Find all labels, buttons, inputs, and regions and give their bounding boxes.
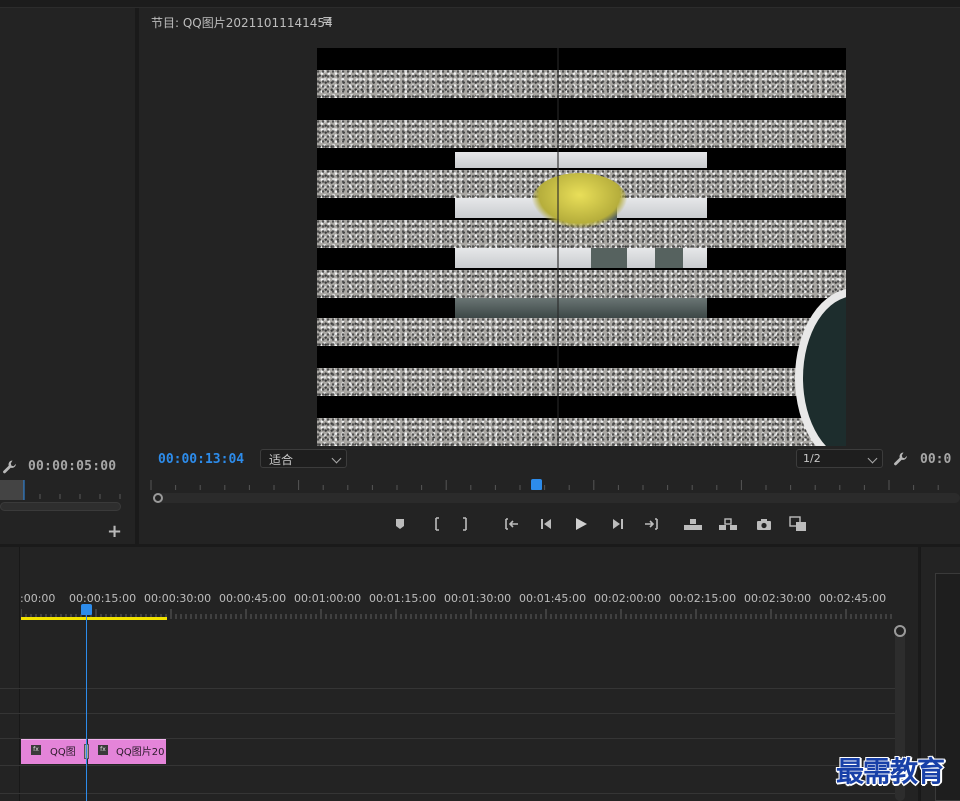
fx-badge-icon: fx [31, 745, 41, 755]
time-label: 00:01:45:00 [519, 592, 587, 605]
wrench-icon[interactable] [893, 451, 909, 467]
export-frame-button[interactable] [753, 514, 775, 534]
playback-resolution-dropdown[interactable]: 1/2 [796, 449, 883, 468]
clip-name: QQ图 [50, 747, 76, 758]
extract-icon [719, 518, 737, 530]
program-time-ruler[interactable] [149, 478, 960, 492]
mark-in-icon [435, 517, 439, 531]
fx-badge-icon: fx [98, 745, 108, 755]
compare-view-button[interactable] [787, 514, 809, 534]
add-marker-button[interactable] [389, 514, 411, 534]
playhead-timecode[interactable]: 00:00:13:04 [158, 452, 244, 467]
watermark: 最需教育 [836, 755, 945, 788]
work-area-bar[interactable] [21, 617, 167, 620]
track-divider [0, 713, 895, 714]
time-label: 00:01:15:00 [369, 592, 437, 605]
time-label: :00:00 [20, 592, 56, 605]
building [655, 248, 683, 268]
marker-icon [396, 519, 404, 529]
resolution-value: 1/2 [803, 452, 821, 465]
lift-button[interactable] [682, 514, 704, 534]
go-to-in-icon [505, 518, 518, 530]
step-forward-icon [613, 519, 623, 529]
play-icon [576, 518, 587, 530]
building-inset [455, 298, 707, 318]
go-to-out-button[interactable] [640, 514, 662, 534]
granite-stripe [317, 418, 846, 446]
go-to-in-button[interactable] [501, 514, 523, 534]
ring-object [795, 288, 846, 446]
program-video-frame[interactable] [317, 48, 846, 446]
time-label: 00:00:30:00 [144, 592, 212, 605]
time-label: 00:01:30:00 [444, 592, 512, 605]
chevron-down-icon [331, 453, 342, 464]
timeline-playhead[interactable] [81, 604, 92, 615]
scrollbar-handle[interactable] [894, 625, 906, 637]
track-divider [0, 793, 895, 794]
granite-stripe [317, 318, 846, 346]
mark-out-icon [463, 517, 467, 531]
duck-figure [532, 173, 627, 228]
track-headers [0, 547, 20, 801]
source-time-ruler[interactable] [0, 480, 135, 500]
program-monitor-title[interactable]: 节目: QQ图片20211011141454 [151, 14, 333, 31]
building [591, 248, 627, 268]
track-divider [0, 765, 895, 766]
program-monitor-panel: 节目: QQ图片20211011141454 ≡ 00:00:13:04 适合 … [139, 8, 960, 544]
granite-stripe [317, 70, 846, 98]
zoom-fit-value: 适合 [269, 453, 294, 467]
source-timecode[interactable]: 00:00:05:00 [28, 459, 116, 474]
play-button[interactable] [570, 514, 592, 534]
extract-button[interactable] [717, 514, 739, 534]
tile-seam [557, 48, 559, 446]
sky-inset [455, 152, 707, 168]
timeline-playhead-line[interactable] [86, 613, 87, 801]
chevron-down-icon [867, 453, 878, 464]
wrench-icon[interactable] [2, 459, 18, 475]
granite-stripe [317, 120, 846, 148]
time-label: 00:00:45:00 [219, 592, 287, 605]
video-clip[interactable]: fx QQ图片20 [88, 739, 166, 764]
track-divider [0, 688, 895, 689]
top-strip [0, 0, 960, 8]
granite-stripe [317, 368, 846, 396]
step-back-icon [541, 519, 551, 529]
camera-icon [757, 518, 771, 530]
transport-controls [389, 514, 819, 534]
go-to-out-icon [645, 518, 658, 530]
mark-in-button[interactable] [424, 514, 446, 534]
duration-timecode[interactable]: 00:0 [920, 452, 951, 467]
source-monitor-panel: 00:00:05:00 + [0, 8, 135, 544]
compare-icon [789, 516, 806, 531]
scrollbar-handle[interactable] [153, 493, 163, 503]
zoom-fit-dropdown[interactable]: 适合 [260, 449, 347, 468]
time-label: 00:02:15:00 [669, 592, 737, 605]
time-label: 00:02:30:00 [744, 592, 812, 605]
step-back-button[interactable] [536, 514, 558, 534]
add-button[interactable]: + [107, 521, 122, 542]
program-zoom-scrollbar[interactable] [153, 493, 960, 503]
source-zoom-scrollbar[interactable] [0, 502, 121, 511]
video-clip[interactable]: fx QQ图 [21, 739, 87, 764]
granite-stripe [317, 270, 846, 298]
time-label: 00:02:45:00 [819, 592, 887, 605]
lift-icon [684, 519, 702, 530]
clip-name: QQ图片20 [116, 747, 165, 758]
timeline-panel: :00:00 00:00:15:00 00:00:30:00 00:00:45:… [0, 547, 918, 801]
time-label: 00:02:00:00 [594, 592, 662, 605]
program-playhead[interactable] [531, 479, 542, 490]
mark-out-button[interactable] [456, 514, 478, 534]
time-label: 00:01:00:00 [294, 592, 362, 605]
time-label: 00:00:15:00 [69, 592, 137, 605]
step-forward-button[interactable] [606, 514, 628, 534]
panel-menu-icon[interactable]: ≡ [322, 13, 333, 28]
